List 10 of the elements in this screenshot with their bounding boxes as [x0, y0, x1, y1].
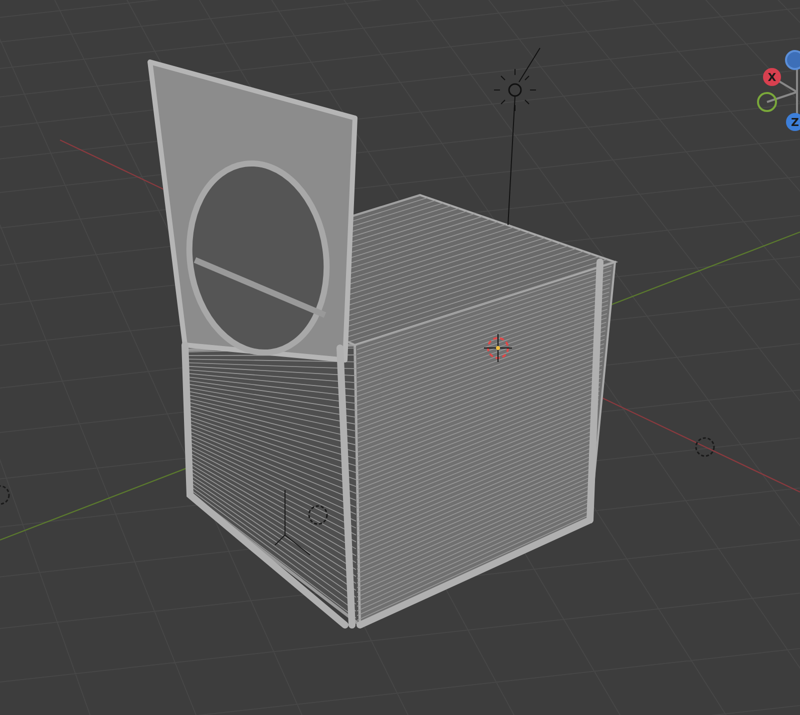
- empty-object-icon[interactable]: [308, 505, 328, 525]
- axis-handle[interactable]: [785, 50, 800, 70]
- light-icon[interactable]: [494, 48, 540, 112]
- axis-handle[interactable]: Z: [786, 113, 800, 131]
- camera-wire-icon[interactable]: [274, 490, 310, 556]
- wire-cube-model-drawing[interactable]: [148, 60, 618, 628]
- axis-handle[interactable]: [757, 92, 777, 112]
- 3d-cursor-icon[interactable]: [484, 334, 512, 362]
- viewport-canvas[interactable]: X Z: [0, 0, 800, 715]
- axis-handle[interactable]: X: [763, 68, 781, 86]
